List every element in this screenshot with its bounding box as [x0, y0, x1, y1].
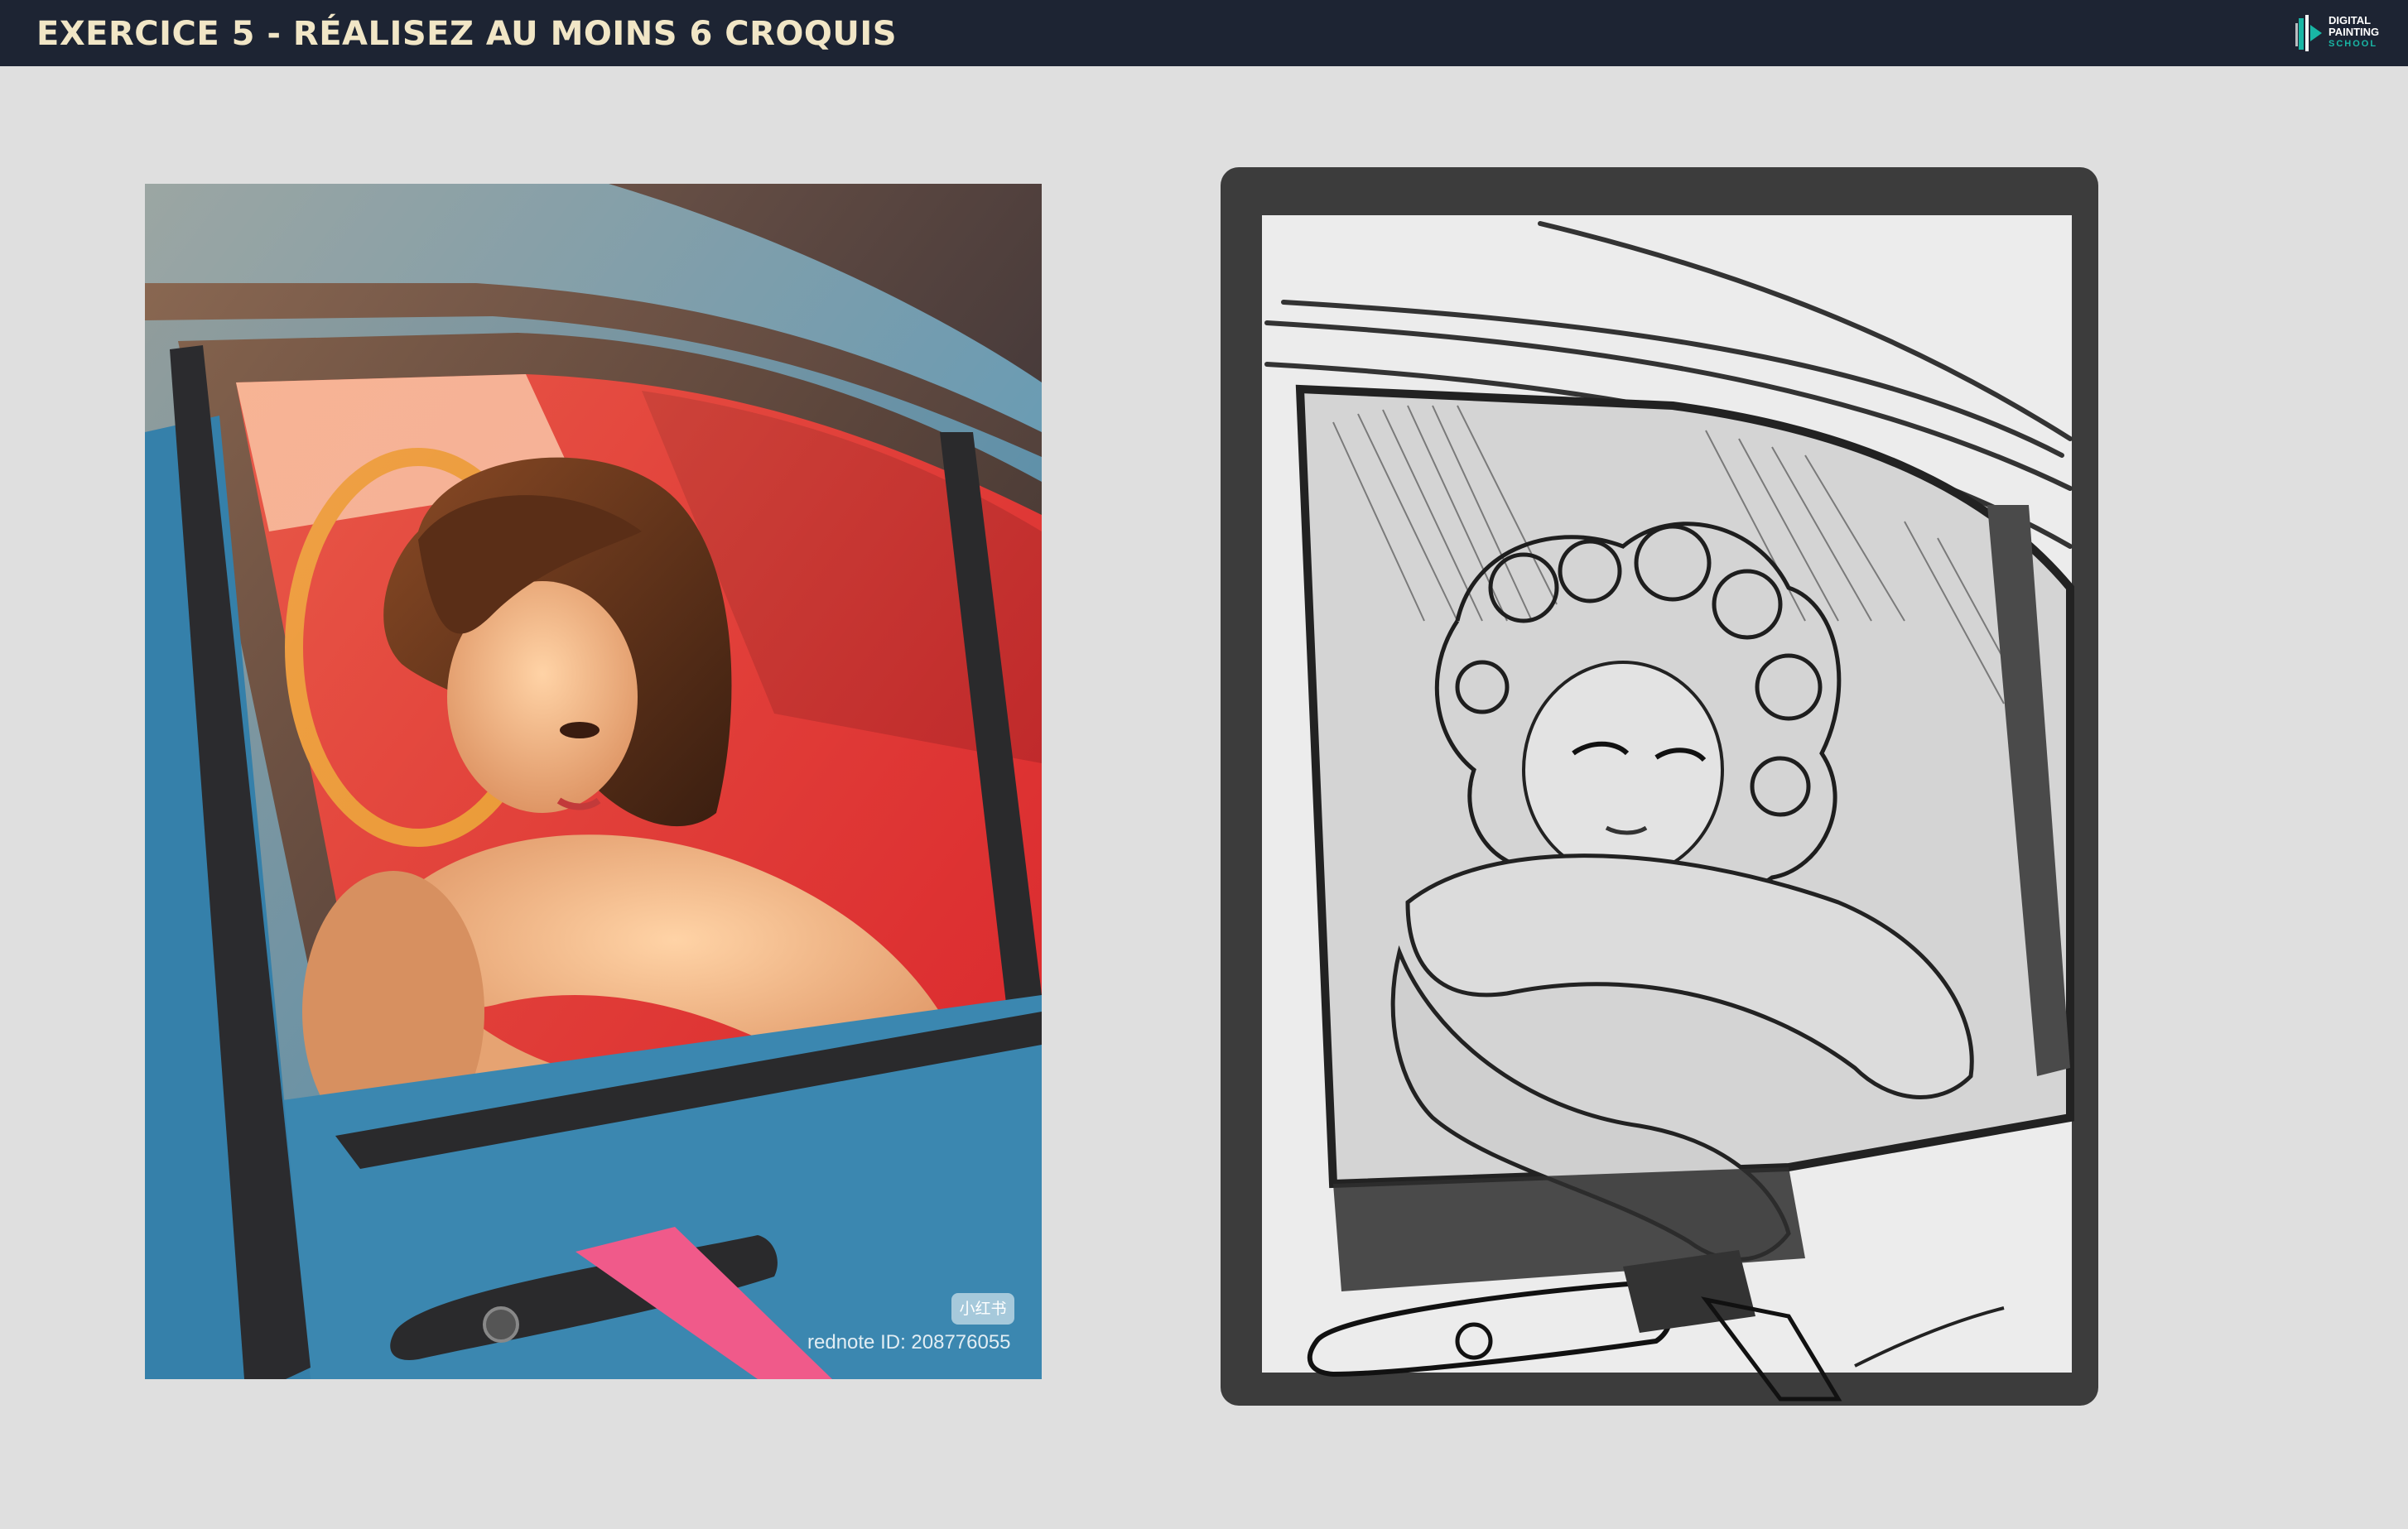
top-bar: EXERCICE 5 - RÉALISEZ AU MOINS 6 CROQUIS…: [0, 0, 2408, 66]
sketch-illustration: [1221, 167, 2098, 1406]
reference-photo: 小红书 rednote ID: 208776055: [145, 184, 1042, 1379]
logo-line-digital: DIGITAL: [2329, 14, 2372, 26]
student-sketch: [1209, 157, 2112, 1416]
logo-line-painting: PAINTING: [2329, 26, 2380, 38]
brush-logo-icon: [2295, 15, 2322, 51]
digital-painting-school-logo: DIGITAL PAINTING SCHOOL: [2294, 10, 2393, 56]
logo-text: DIGITAL PAINTING SCHOOL: [2329, 15, 2379, 50]
reference-photo-illustration: [145, 184, 1042, 1379]
logo-line-school: SCHOOL: [2329, 39, 2378, 49]
exercise-title: EXERCICE 5 - RÉALISEZ AU MOINS 6 CROQUIS: [36, 15, 898, 53]
rednote-watermark-badge: 小红书: [951, 1293, 1014, 1325]
rednote-watermark-id: rednote ID: 208776055: [807, 1331, 1011, 1354]
